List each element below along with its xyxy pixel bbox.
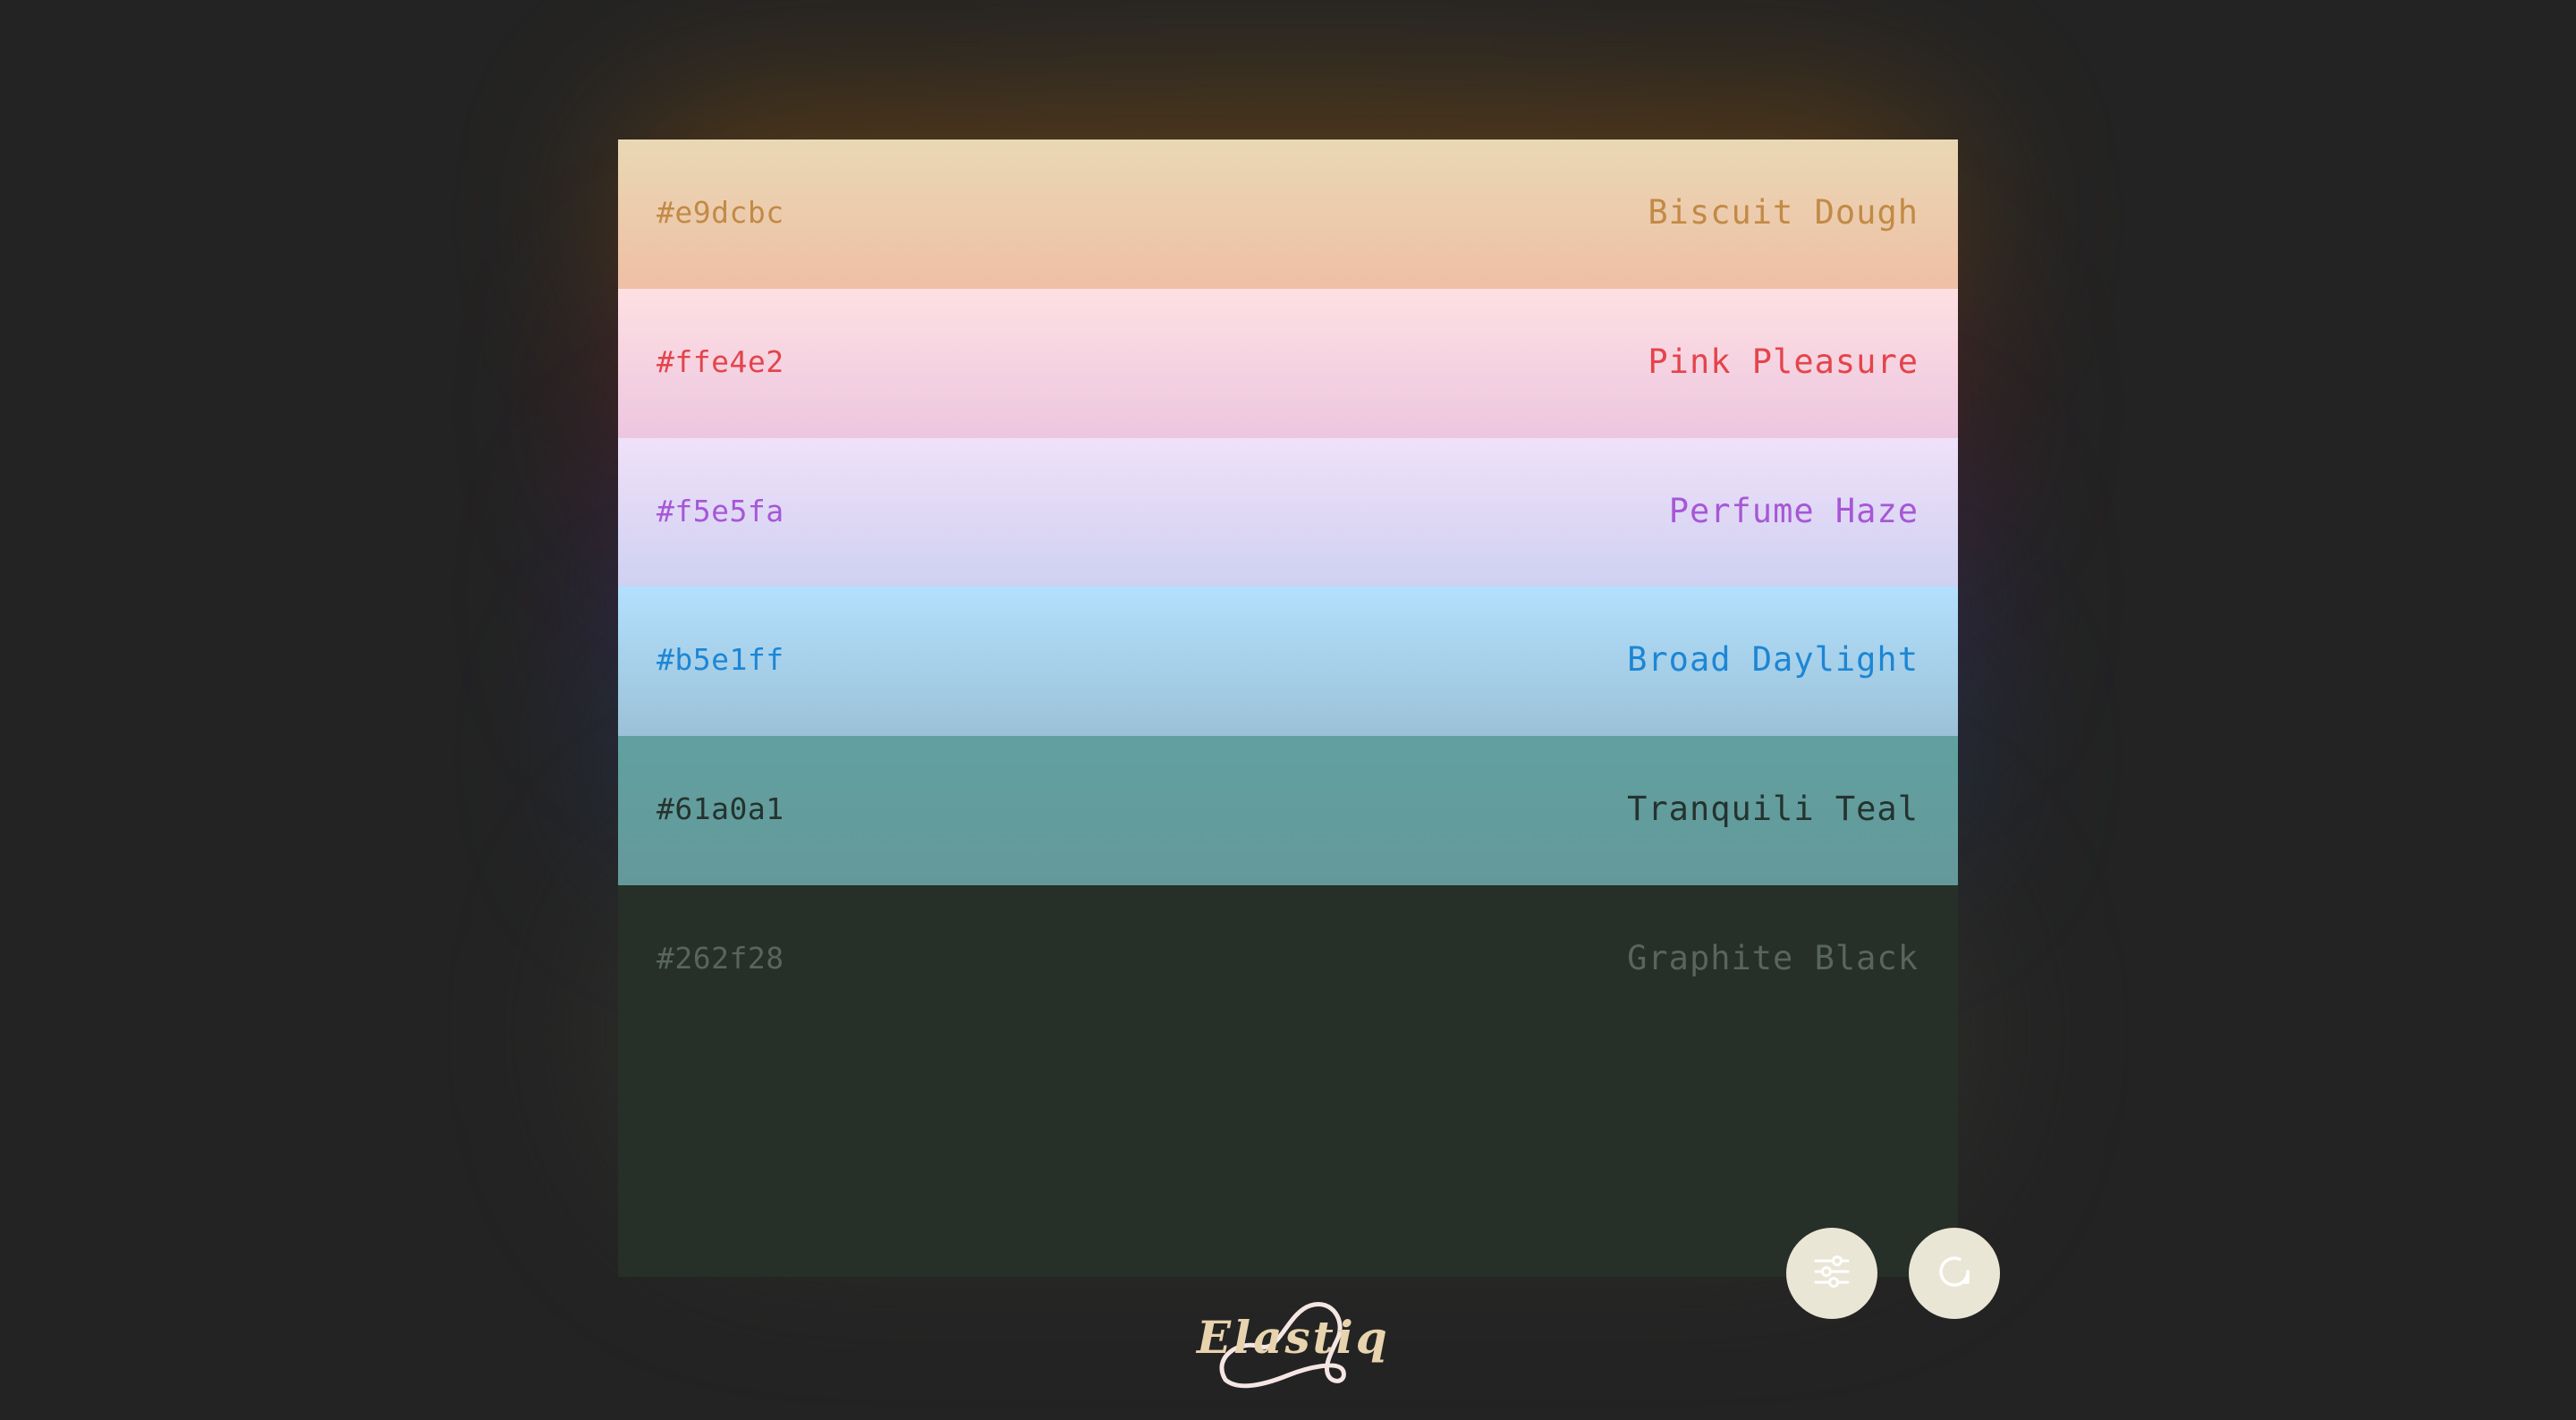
swatch-hex[interactable]: #b5e1ff (657, 642, 784, 677)
swatch-hex[interactable]: #262f28 (657, 941, 784, 976)
sliders-icon (1810, 1250, 1853, 1297)
swatch-hex[interactable]: #ffe4e2 (657, 344, 784, 379)
swatch-name[interactable]: Graphite Black (1627, 939, 1919, 977)
swatch-perfume-haze[interactable]: #f5e5fa Perfume Haze (618, 438, 1958, 587)
swatch-name[interactable]: Pink Pleasure (1648, 342, 1919, 381)
brand-logo[interactable]: Elastiq (1190, 1295, 1387, 1393)
refresh-icon (1932, 1249, 1977, 1297)
swatch-graphite-black[interactable]: #262f28 Graphite Black (618, 885, 1958, 1277)
swatch-hex[interactable]: #61a0a1 (657, 791, 784, 826)
app-page: #e9dcbc Biscuit Dough #ffe4e2 Pink Pleas… (0, 0, 2576, 1420)
swatch-tranquili-teal[interactable]: #61a0a1 Tranquili Teal (618, 736, 1958, 885)
logo-text: Elastiq (1197, 1311, 1390, 1364)
swatch-name[interactable]: Perfume Haze (1669, 492, 1919, 530)
swatch-hex[interactable]: #f5e5fa (657, 494, 784, 528)
swatch-name[interactable]: Biscuit Dough (1648, 193, 1919, 232)
color-palette: #e9dcbc Biscuit Dough #ffe4e2 Pink Pleas… (618, 139, 1958, 1277)
swatch-biscuit-dough[interactable]: #e9dcbc Biscuit Dough (618, 139, 1958, 289)
swatch-name[interactable]: Broad Daylight (1627, 640, 1919, 679)
swatch-hex[interactable]: #e9dcbc (657, 195, 784, 230)
refresh-button[interactable] (1909, 1228, 2000, 1319)
swatch-pink-pleasure[interactable]: #ffe4e2 Pink Pleasure (618, 289, 1958, 438)
swatch-broad-daylight[interactable]: #b5e1ff Broad Daylight (618, 587, 1958, 736)
settings-button[interactable] (1786, 1228, 1877, 1319)
swatch-name[interactable]: Tranquili Teal (1627, 790, 1919, 828)
